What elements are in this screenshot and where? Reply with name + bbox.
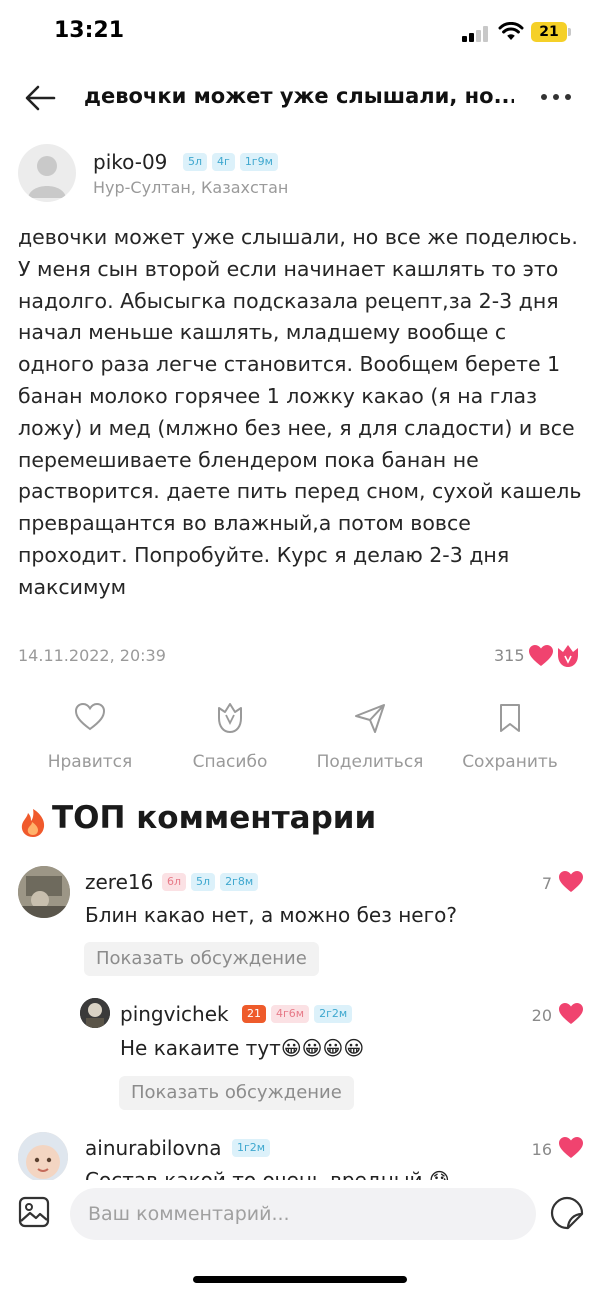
back-arrow-icon[interactable] xyxy=(22,80,58,116)
battery-tip xyxy=(568,28,571,36)
nav-bar: девочки может уже слышали, но... xyxy=(0,72,600,124)
share-button[interactable]: Поделиться xyxy=(300,700,440,780)
comment-reply-item: pingvichek 21 4г6м 2г2м 20 Не какаите ту… xyxy=(80,998,584,1114)
child-age-badge: 5л xyxy=(191,873,216,891)
home-indicator xyxy=(193,1276,407,1283)
commenter-badges: 6л 5л 2г8м xyxy=(162,873,259,891)
child-age-badge: 5л xyxy=(183,153,208,171)
heart-filled-icon[interactable] xyxy=(558,870,584,894)
heart-filled-icon[interactable] xyxy=(558,1002,584,1026)
child-age-badge: 1г9м xyxy=(239,153,278,171)
child-age-badge: 4г6м xyxy=(271,1005,310,1023)
child-age-badge: 2г8м xyxy=(220,873,259,891)
author-name[interactable]: piko-09 xyxy=(93,150,167,174)
post-actions: Нравится Спасибо Поделиться Сохранить xyxy=(0,700,600,780)
child-age-badge: 2г2м xyxy=(314,1005,353,1023)
avatar-photo xyxy=(18,866,70,918)
avatar-photo xyxy=(80,998,110,1028)
author-avatar[interactable] xyxy=(18,144,76,202)
commenter-avatar[interactable] xyxy=(18,1132,68,1180)
heart-outline-icon xyxy=(74,702,106,731)
show-discussion-button[interactable]: Показать обсуждение xyxy=(119,1076,354,1110)
like-button[interactable]: Нравится xyxy=(20,700,160,780)
page-title: девочки может уже слышали, но... xyxy=(84,84,514,108)
thanks-label: Спасибо xyxy=(192,752,268,772)
author-location: Нур-Султан, Казахстан xyxy=(93,178,289,197)
battery-icon: 21 xyxy=(531,22,567,42)
avatar-photo xyxy=(18,1132,68,1180)
comment-text: Блин какао нет, а можно без него? xyxy=(85,903,457,927)
cellular-signal-icon xyxy=(462,26,490,42)
share-label: Поделиться xyxy=(316,752,424,772)
heart-filled-icon[interactable] xyxy=(558,1136,584,1160)
save-button[interactable]: Сохранить xyxy=(440,700,580,780)
commenter-avatar[interactable] xyxy=(18,866,70,918)
commenter-name[interactable]: zere16 xyxy=(85,870,153,894)
fire-icon xyxy=(21,809,45,837)
child-age-badge: 1г2м xyxy=(232,1139,271,1157)
comment-composer xyxy=(0,1180,600,1250)
commenter-badges: 21 4г6м 2г2м xyxy=(242,1005,353,1023)
commenter-avatar[interactable] xyxy=(80,998,110,1028)
comment-likes-count: 20 xyxy=(531,1006,552,1025)
comment-input[interactable] xyxy=(70,1188,536,1240)
likes-count: 315 xyxy=(494,646,525,665)
child-age-badge: 21 xyxy=(242,1005,266,1023)
commenter-name[interactable]: pingvichek xyxy=(120,1002,229,1026)
more-options-icon[interactable] xyxy=(538,82,574,112)
child-age-badge: 4г xyxy=(212,153,235,171)
post-author: piko-09 5л 4г 1г9м Нур-Султан, Казахстан xyxy=(18,144,578,206)
show-discussion-button[interactable]: Показать обсуждение xyxy=(84,942,319,976)
comment-text: Состав какой то очень вредный 😰 xyxy=(85,1168,450,1180)
wifi-icon xyxy=(498,22,524,40)
save-label: Сохранить xyxy=(462,752,558,772)
status-time: 13:21 xyxy=(54,18,125,43)
send-icon xyxy=(355,704,385,733)
author-badges: 5л 4г 1г9м xyxy=(183,153,278,171)
thanks-button[interactable]: Спасибо xyxy=(160,700,300,780)
commenter-badges: 1г2м xyxy=(232,1139,271,1157)
post-text: девочки может уже слышали, но все же под… xyxy=(18,225,582,599)
tulip-outline-icon xyxy=(218,703,242,733)
comment-likes-count: 7 xyxy=(541,874,552,893)
sticker-icon[interactable] xyxy=(550,1196,584,1230)
comment-likes-count: 16 xyxy=(531,1140,552,1159)
comment-text: Не какаите тут😀😀😀😀 xyxy=(120,1036,365,1060)
like-label: Нравится xyxy=(47,752,133,772)
comment-item: ainurabilovna 1г2м 16 Состав какой то оч… xyxy=(18,1132,584,1180)
image-gallery-icon[interactable] xyxy=(18,1196,50,1228)
heart-filled-icon xyxy=(529,645,553,666)
commenter-name[interactable]: ainurabilovna xyxy=(85,1136,221,1160)
child-age-badge: 6л xyxy=(162,873,187,891)
tulip-filled-icon xyxy=(558,645,578,667)
status-bar: 13:21 21 xyxy=(0,0,600,64)
bookmark-icon xyxy=(500,704,520,732)
comment-item: zere16 6л 5л 2г8м 7 Блин какао нет, а мо… xyxy=(18,866,584,986)
user-silhouette-icon xyxy=(28,156,66,198)
post-date: 14.11.2022, 20:39 xyxy=(18,646,166,665)
